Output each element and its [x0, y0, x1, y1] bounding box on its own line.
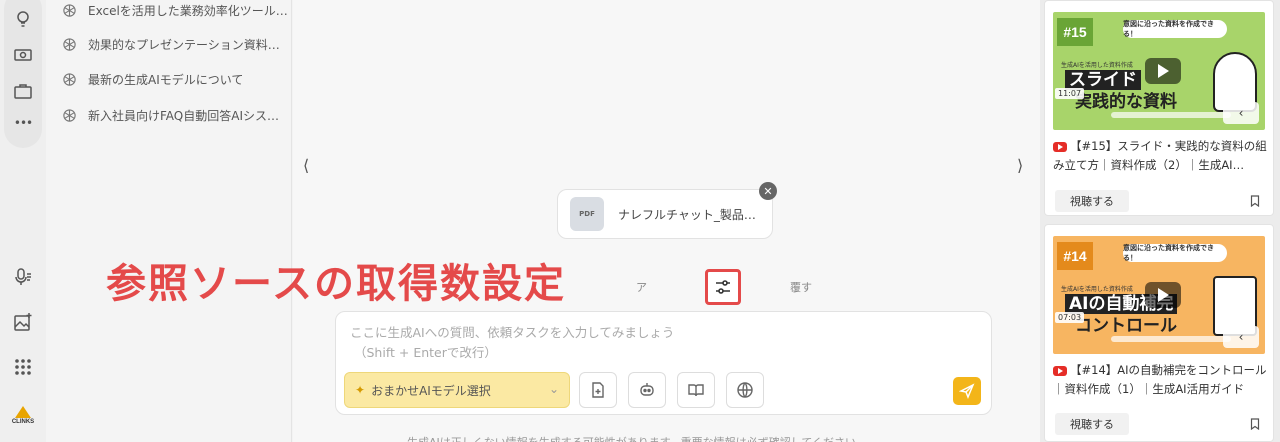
left-rail: ••• CLINKS: [0, 0, 46, 442]
watch-button[interactable]: 視聴する: [1055, 413, 1129, 435]
placeholder-line1: ここに生成AIへの質問、依頼タスクを入力してみましょう: [350, 325, 675, 340]
collapse-left-chevron-icon[interactable]: ⟨: [303, 156, 309, 175]
pdf-icon: PDF: [570, 197, 604, 231]
disclaimer-text: 生成AIは正しくない情報を生成する可能性があります。重要な情報は必ず確認してくだ…: [407, 434, 867, 442]
attached-file-chip: PDF ナレフルチャット_製品…: [557, 189, 773, 239]
back-chevron-icon[interactable]: ‹: [1223, 102, 1259, 124]
video-title-text: 【#15】スライド・実践的な資料の組み立て方｜資料作成（2）｜生成AI…: [1053, 139, 1267, 172]
book-icon: [688, 384, 704, 397]
history-item[interactable]: 効果的なプレゼンテーション資料…: [62, 34, 288, 54]
chevron-down-icon: ⌄: [548, 382, 559, 396]
placeholder-line2: （Shift + Enterで改行）: [354, 345, 497, 360]
file-plus-icon: [592, 382, 604, 398]
play-icon[interactable]: [1145, 58, 1181, 84]
openai-icon: [63, 108, 76, 122]
logo-mark: [15, 406, 31, 418]
play-icon[interactable]: [1145, 282, 1181, 308]
thumbnail-headline2: コントロール: [1075, 316, 1177, 336]
video-thumbnail[interactable]: #15 意図に沿った資料を作成できる！ 生成AIを活用した資料作成 スライド 実…: [1053, 12, 1265, 130]
sliders-icon: [716, 280, 730, 294]
composer-placeholder[interactable]: ここに生成AIへの質問、依頼タスクを入力してみましょう （Shift + Ent…: [350, 323, 674, 363]
web-search-button[interactable]: [726, 372, 764, 408]
thumbnail-banner: 意図に沿った資料を作成できる！: [1123, 244, 1227, 262]
openai-icon: [63, 3, 76, 17]
thumbnail-headline2: 実践的な資料: [1075, 92, 1177, 112]
file-name: ナレフルチャット_製品…: [618, 207, 756, 222]
source-count-settings-button[interactable]: [705, 269, 741, 305]
watch-button[interactable]: 視聴する: [1055, 190, 1129, 212]
video-duration: 11:07: [1055, 88, 1085, 99]
remove-file-close-icon[interactable]: ✕: [759, 182, 777, 200]
bookmark-icon[interactable]: [1249, 418, 1261, 430]
model-select[interactable]: ✦ おまかせAIモデル選択 ⌄: [344, 372, 570, 408]
logo-text: CLINKS: [11, 419, 35, 425]
robot-icon: [640, 383, 654, 396]
briefcase-icon[interactable]: [12, 80, 34, 102]
main-chat-area: ⟨ ⟩ PDF ナレフルチャット_製品… ✕ ア 覆す 参照ソースの取得数設定 …: [106, 0, 1040, 442]
agent-button[interactable]: [628, 372, 666, 408]
add-file-button[interactable]: [579, 372, 617, 408]
image-ai-icon[interactable]: [12, 311, 34, 333]
thumbnail-headline: スライド: [1065, 70, 1141, 90]
history-item-label: 効果的なプレゼンテーション資料…: [88, 37, 280, 52]
lightbulb-icon[interactable]: [12, 8, 34, 30]
video-card[interactable]: #15 意図に沿った資料を作成できる！ 生成AIを活用した資料作成 スライド 実…: [1044, 0, 1274, 216]
video-title[interactable]: 【#15】スライド・実践的な資料の組み立て方｜資料作成（2）｜生成AI…: [1053, 137, 1271, 175]
video-title[interactable]: 【#14】AIの自動補完をコントロール｜資料作成（1）｜生成AI活用ガイド: [1053, 361, 1271, 399]
message-composer[interactable]: ここに生成AIへの質問、依頼タスクを入力してみましょう （Shift + Ent…: [335, 311, 992, 415]
chat-history: Excelを活用した業務効率化ツール… 効果的なプレゼンテーション資料… 最新の…: [46, 0, 292, 442]
send-button[interactable]: [953, 377, 981, 405]
history-item[interactable]: 新入社員向けFAQ自動回答AIシス…: [62, 105, 288, 125]
money-icon[interactable]: [12, 44, 34, 66]
annotation-caption: 参照ソースの取得数設定: [106, 261, 566, 307]
video-thumbnail[interactable]: #14 意図に沿った資料を作成できる！ 生成AIを活用した資料作成 AIの自動補…: [1053, 236, 1265, 354]
episode-badge: #14: [1057, 242, 1093, 270]
history-item-label: 新入社員向けFAQ自動回答AIシス…: [88, 108, 279, 123]
thumbnail-subtitle: 生成AIを活用した資料作成: [1061, 286, 1133, 293]
youtube-icon: [1053, 141, 1067, 152]
thumbnail-subtitle: 生成AIを活用した資料作成: [1061, 62, 1133, 69]
video-panel: #15 意図に沿った資料を作成できる！ 生成AIを活用した資料作成 スライド 実…: [1040, 0, 1280, 442]
back-chevron-icon[interactable]: ‹: [1223, 326, 1259, 348]
send-icon: [959, 383, 975, 399]
openai-icon: [63, 72, 76, 86]
more-icon[interactable]: •••: [12, 112, 34, 134]
knowledge-button[interactable]: [677, 372, 715, 408]
thumbnail-banner: 意図に沿った資料を作成できる！: [1123, 20, 1227, 38]
progress-bar: [1111, 112, 1231, 118]
history-item-label: Excelを活用した業務効率化ツール…: [88, 3, 288, 18]
globe-icon: [737, 382, 753, 398]
video-card[interactable]: #14 意図に沿った資料を作成できる！ 生成AIを活用した資料作成 AIの自動補…: [1044, 224, 1274, 442]
bookmark-icon[interactable]: [1249, 195, 1261, 207]
voice-icon[interactable]: [12, 266, 34, 288]
episode-badge: #15: [1057, 18, 1093, 46]
history-item[interactable]: 最新の生成AIモデルについて: [62, 69, 288, 89]
logo: CLINKS: [8, 406, 38, 434]
progress-bar: [1111, 336, 1231, 342]
youtube-icon: [1053, 365, 1067, 376]
collapse-right-chevron-icon[interactable]: ⟩: [1017, 156, 1023, 175]
video-duration: 07:03: [1055, 312, 1085, 323]
model-select-label: おまかせAIモデル選択: [371, 383, 491, 398]
history-item[interactable]: Excelを活用した業務効率化ツール…: [62, 0, 288, 20]
history-item-label: 最新の生成AIモデルについて: [88, 72, 244, 87]
apps-grid-icon[interactable]: [12, 356, 34, 378]
openai-icon: [63, 37, 76, 51]
video-title-text: 【#14】AIの自動補完をコントロール｜資料作成（1）｜生成AI活用ガイド: [1053, 363, 1267, 396]
sparkle-icon: ✦: [355, 383, 366, 397]
